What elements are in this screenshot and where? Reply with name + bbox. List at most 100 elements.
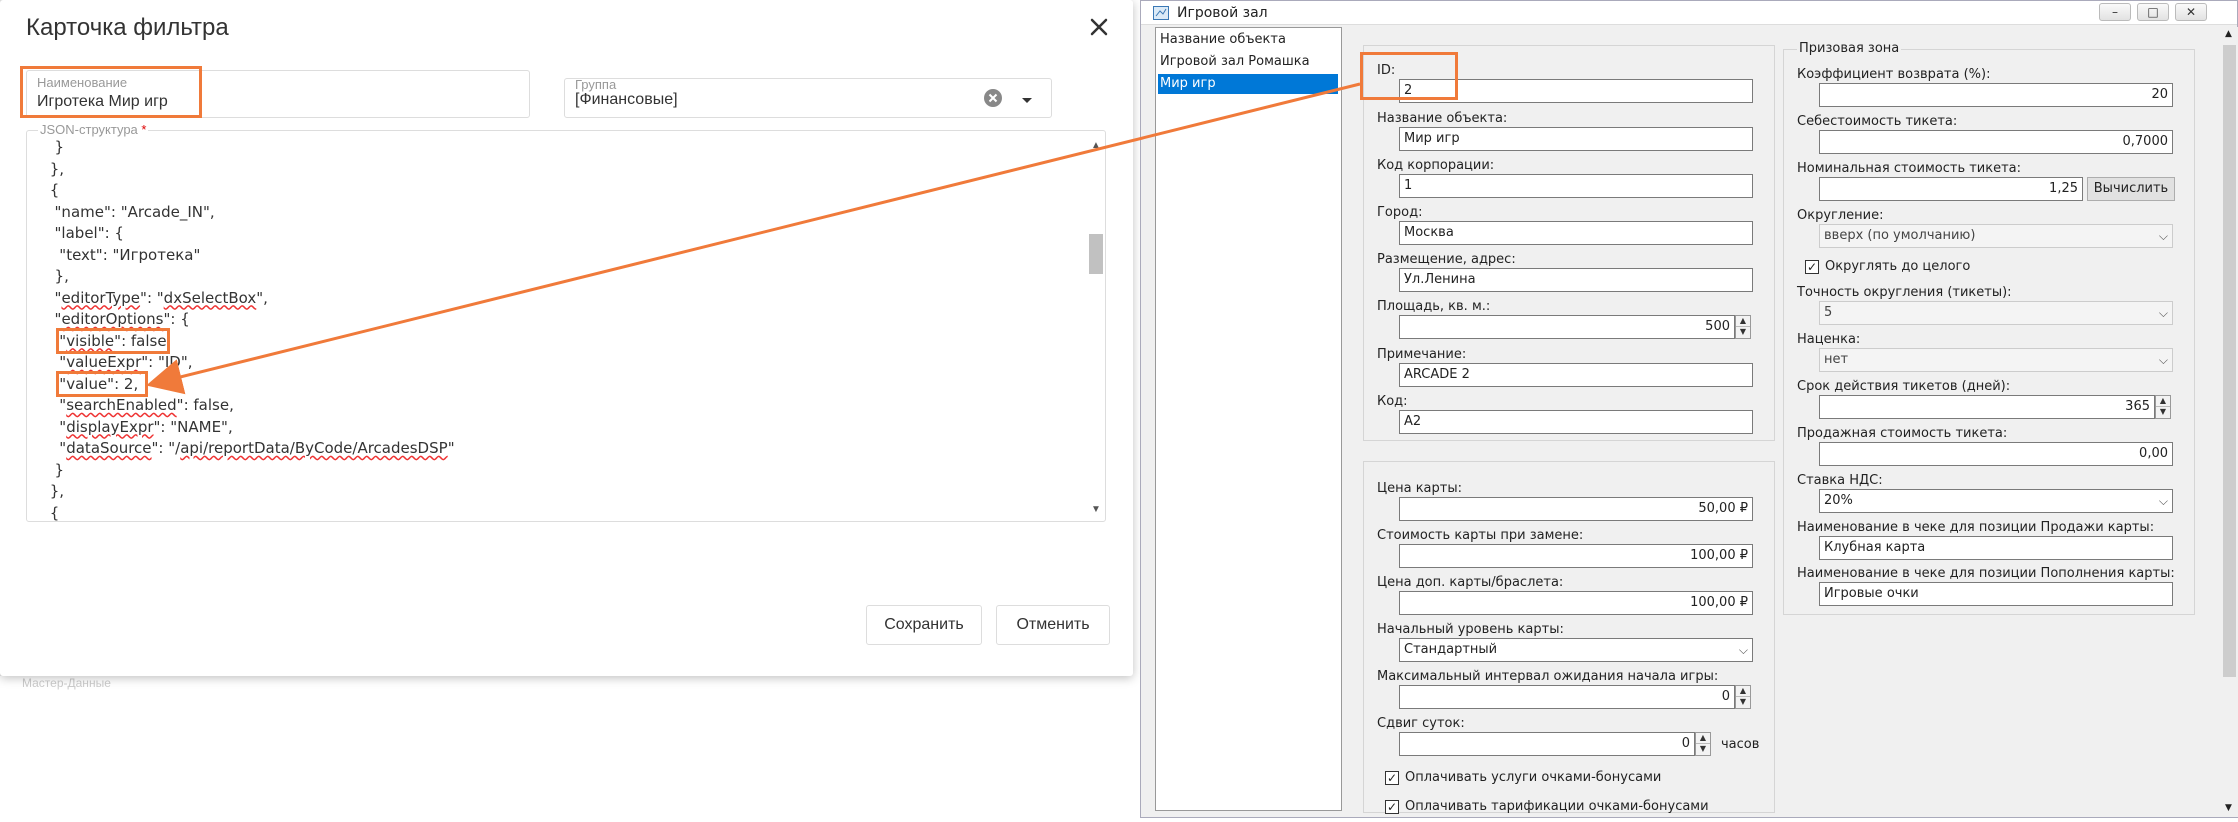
object-name-field[interactable]: Мир игр	[1399, 127, 1753, 151]
validity-field[interactable]: 365	[1819, 395, 2155, 419]
pay-services-checkbox[interactable]: ✓	[1385, 771, 1399, 785]
replace-cost-field[interactable]: 100,00 ₽	[1399, 544, 1753, 568]
code-line: },	[45, 267, 69, 285]
scroll-thumb[interactable]	[1089, 234, 1103, 274]
validity-spinner[interactable]: ▲ ▼	[2155, 395, 2171, 419]
annotation-id-highlight	[1360, 52, 1458, 100]
ticket-cost-field[interactable]: 0,7000	[1819, 130, 2173, 154]
day-shift-label: Сдвиг суток:	[1377, 716, 1465, 731]
chevron-down-icon: ⌵	[2158, 229, 2168, 243]
window-title: Игровой зал	[1177, 5, 1268, 21]
interval-field[interactable]: 0	[1399, 685, 1735, 709]
maximize-icon[interactable]: □	[2137, 3, 2169, 21]
code-line: }	[45, 460, 65, 479]
code-line: "name": "Arcade_IN",	[45, 202, 215, 221]
background-page-text: Мастер-Данные	[22, 676, 111, 690]
extra-card-field[interactable]: 100,00 ₽	[1399, 591, 1753, 615]
code-line: },	[45, 159, 65, 178]
window-scrollbar[interactable]: ▲ ▼	[2221, 27, 2238, 817]
receipt-sale-label: Наименование в чеке для позиции Продажи …	[1797, 520, 2155, 535]
area-spinner[interactable]: ▲ ▼	[1735, 315, 1751, 339]
ticket-cost-label: Себестоимость тикета:	[1797, 114, 1958, 129]
note-label: Примечание:	[1377, 347, 1467, 362]
code-line: {	[45, 181, 60, 199]
code-line: }	[45, 138, 65, 156]
code-line: },	[45, 482, 65, 500]
clear-icon[interactable]	[983, 88, 1003, 113]
chevron-down-icon: ⌵	[2158, 353, 2168, 367]
minimize-icon[interactable]: –	[2099, 3, 2131, 21]
code-label: Код:	[1377, 394, 1408, 409]
card-price-field[interactable]: 50,00 ₽	[1399, 497, 1753, 521]
modal-title: Карточка фильтра	[26, 14, 229, 41]
day-shift-spinner[interactable]: ▲ ▼	[1695, 732, 1711, 756]
window-titlebar: Игровой зал – □ ✕	[1141, 1, 2237, 25]
list-item[interactable]: Игровой зал Ромашка	[1158, 52, 1338, 72]
sale-cost-field[interactable]: 0,00	[1819, 442, 2173, 466]
chevron-down-icon: ⌵	[1738, 643, 1748, 657]
json-scrollbar[interactable]: ▲ ▼	[1086, 136, 1104, 520]
receipt-topup-label: Наименование в чеке для позиции Пополнен…	[1797, 566, 2175, 581]
json-editor[interactable]: } }, { "name": "Arcade_IN", "label": { "…	[26, 130, 1106, 522]
extra-card-label: Цена доп. карты/браслета:	[1377, 575, 1564, 590]
group-select-label: Группа	[575, 77, 617, 92]
object-list[interactable]: Название объекта Игровой зал Ромашка Мир…	[1155, 27, 1342, 811]
save-button[interactable]: Сохранить	[866, 605, 982, 645]
close-icon[interactable]	[1084, 12, 1114, 42]
precision-label: Точность округления (тикеты):	[1797, 285, 2012, 300]
return-coef-label: Коэффициент возврата (%):	[1797, 67, 1991, 82]
group-select-value: [Финансовые]	[575, 91, 678, 108]
code-field[interactable]: A2	[1399, 410, 1753, 434]
pay-services-label: Оплачивать услуги очками-бонусами	[1405, 770, 1662, 785]
scroll-down-icon[interactable]: ▼	[1091, 504, 1101, 515]
interval-spinner[interactable]: ▲ ▼	[1735, 685, 1751, 709]
calculate-button[interactable]: Вычислить	[2087, 177, 2175, 201]
markup-label: Наценка:	[1797, 332, 1861, 347]
scroll-up-icon[interactable]: ▲	[2225, 29, 2232, 39]
area-field[interactable]: 500	[1399, 315, 1735, 339]
day-shift-unit: часов	[1721, 737, 1760, 752]
round-whole-checkbox[interactable]: ✓	[1805, 260, 1819, 274]
code-line: "text": "Игротека"	[45, 245, 201, 264]
address-field[interactable]: Ул.Ленина	[1399, 268, 1753, 292]
list-item-selected[interactable]: Мир игр	[1158, 74, 1338, 94]
receipt-topup-field[interactable]: Игровые очки	[1819, 582, 2173, 606]
annotation-value-highlight	[56, 371, 148, 397]
code-line: "label": {	[45, 224, 124, 242]
annotation-visible-highlight	[56, 328, 170, 354]
vat-label: Ставка НДС:	[1797, 473, 1883, 488]
vat-select[interactable]: 20% ⌵	[1819, 489, 2173, 513]
window-close-icon[interactable]: ✕	[2175, 3, 2207, 21]
card-level-select[interactable]: Стандартный ⌵	[1399, 638, 1753, 662]
rounding-select[interactable]: вверх (по умолчанию) ⌵	[1819, 224, 2173, 248]
return-coef-field[interactable]: 20	[1819, 83, 2173, 107]
code-line: "searchEnabled": false,	[45, 396, 234, 414]
code-line: "dataSource": "/api/reportData/ByCode/Ar…	[45, 439, 455, 457]
cancel-button[interactable]: Отменить	[996, 605, 1110, 645]
validity-label: Срок действия тикетов (дней):	[1797, 379, 2011, 394]
precision-select[interactable]: 5 ⌵	[1819, 301, 2173, 325]
card-price-label: Цена карты:	[1377, 481, 1462, 496]
prize-zone-title: Призовая зона	[1797, 41, 1902, 56]
list-header: Название объекта	[1160, 32, 1286, 47]
interval-label: Максимальный интервал ожидания начала иг…	[1377, 669, 1719, 684]
day-shift-field[interactable]: 0	[1399, 732, 1695, 756]
note-field[interactable]: ARCADE 2	[1399, 363, 1753, 387]
nominal-cost-field[interactable]: 1,25	[1819, 177, 2083, 201]
pay-tariff-checkbox[interactable]: ✓	[1385, 800, 1399, 814]
corp-code-field[interactable]: 1	[1399, 174, 1753, 198]
scroll-down-icon[interactable]: ▼	[2225, 803, 2232, 813]
chevron-down-icon: ⌵	[2158, 494, 2168, 508]
code-line: "editorType": "dxSelectBox",	[45, 288, 268, 307]
dropdown-arrow-icon[interactable]	[1021, 93, 1033, 111]
city-field[interactable]: Москва	[1399, 221, 1753, 245]
code-line: {	[45, 503, 60, 522]
group-select[interactable]: Группа [Финансовые]	[564, 77, 1052, 118]
scroll-thumb[interactable]	[2223, 45, 2236, 677]
receipt-sale-field[interactable]: Клубная карта	[1819, 536, 2173, 560]
chevron-down-icon: ⌵	[2158, 306, 2168, 320]
annotation-name-highlight	[20, 66, 202, 118]
scroll-up-icon[interactable]: ▲	[1091, 140, 1101, 151]
area-label: Площадь, кв. м.:	[1377, 299, 1491, 314]
markup-select[interactable]: нет ⌵	[1819, 348, 2173, 372]
